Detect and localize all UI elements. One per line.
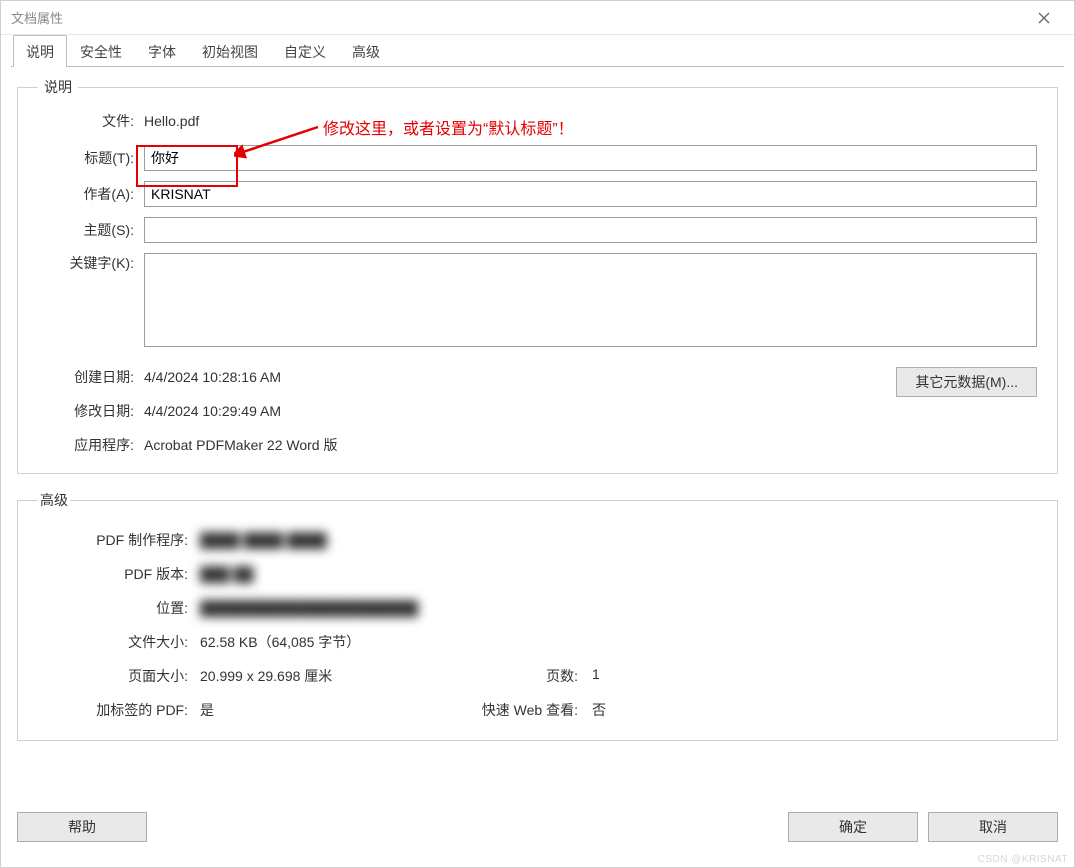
advanced-legend: 高级 bbox=[38, 490, 70, 510]
window-title: 文档属性 bbox=[11, 8, 63, 27]
footer: 帮助 确定 取消 bbox=[1, 801, 1074, 867]
version-label: PDF 版本: bbox=[38, 564, 200, 584]
fastview-label: 快速 Web 查看: bbox=[458, 700, 592, 720]
description-legend: 说明 bbox=[38, 77, 78, 97]
tagged-value: 是 bbox=[200, 700, 214, 720]
tab-advanced[interactable]: 高级 bbox=[339, 35, 393, 67]
author-label: 作者(A): bbox=[38, 184, 144, 204]
tab-description[interactable]: 说明 bbox=[13, 35, 67, 67]
tab-custom[interactable]: 自定义 bbox=[271, 35, 339, 67]
keywords-input[interactable] bbox=[144, 253, 1037, 347]
subject-input[interactable] bbox=[144, 217, 1037, 243]
content: 说明 文件: Hello.pdf 标题(T): 作者(A): 主题(S): 关键… bbox=[1, 67, 1074, 801]
pagesize-label: 页面大小: bbox=[38, 666, 200, 686]
modified-label: 修改日期: bbox=[38, 401, 144, 421]
close-icon bbox=[1038, 12, 1050, 24]
file-value: Hello.pdf bbox=[144, 113, 1037, 129]
pagesize-value: 20.999 x 29.698 厘米 bbox=[200, 666, 332, 686]
help-button[interactable]: 帮助 bbox=[17, 812, 147, 842]
cancel-button[interactable]: 取消 bbox=[928, 812, 1058, 842]
document-properties-dialog: 文档属性 说明 安全性 字体 初始视图 自定义 高级 说明 文件: Hello.… bbox=[0, 0, 1075, 868]
advanced-group: 高级 PDF 制作程序: ████ ████ ████ PDF 版本: ███ … bbox=[17, 490, 1058, 741]
subject-label: 主题(S): bbox=[38, 220, 144, 240]
close-button[interactable] bbox=[1024, 1, 1064, 35]
created-value: 4/4/2024 10:28:16 AM bbox=[144, 369, 896, 385]
additional-metadata-button[interactable]: 其它元数据(M)... bbox=[896, 367, 1037, 397]
pages-label: 页数: bbox=[458, 666, 592, 686]
fastview-value: 否 bbox=[592, 700, 606, 720]
tab-initialview[interactable]: 初始视图 bbox=[189, 35, 271, 67]
keywords-label: 关键字(K): bbox=[38, 253, 144, 273]
filesize-label: 文件大小: bbox=[38, 632, 200, 652]
location-value: ██████████████████████ bbox=[200, 600, 418, 616]
tabs: 说明 安全性 字体 初始视图 自定义 高级 bbox=[1, 35, 1074, 67]
titlebar: 文档属性 bbox=[1, 1, 1074, 35]
tab-fonts[interactable]: 字体 bbox=[135, 35, 189, 67]
tagged-label: 加标签的 PDF: bbox=[38, 700, 200, 720]
ok-button[interactable]: 确定 bbox=[788, 812, 918, 842]
location-label: 位置: bbox=[38, 598, 200, 618]
version-value: ███ ██ bbox=[200, 566, 253, 582]
producer-value: ████ ████ ████ bbox=[200, 532, 327, 548]
title-input[interactable] bbox=[144, 145, 1037, 171]
title-label: 标题(T): bbox=[38, 148, 144, 168]
watermark: CSDN @KRISNAT bbox=[978, 854, 1068, 865]
tab-security[interactable]: 安全性 bbox=[67, 35, 135, 67]
created-label: 创建日期: bbox=[38, 367, 144, 387]
pages-value: 1 bbox=[592, 666, 600, 686]
annotation-text: 修改这里，或者设置为“默认标题”！ bbox=[323, 115, 574, 139]
app-label: 应用程序: bbox=[38, 435, 144, 455]
author-input[interactable] bbox=[144, 181, 1037, 207]
producer-label: PDF 制作程序: bbox=[38, 530, 200, 550]
app-value: Acrobat PDFMaker 22 Word 版 bbox=[144, 435, 896, 455]
modified-value: 4/4/2024 10:29:49 AM bbox=[144, 403, 896, 419]
file-label: 文件: bbox=[38, 111, 144, 131]
filesize-value: 62.58 KB（64,085 字节） bbox=[200, 632, 360, 652]
